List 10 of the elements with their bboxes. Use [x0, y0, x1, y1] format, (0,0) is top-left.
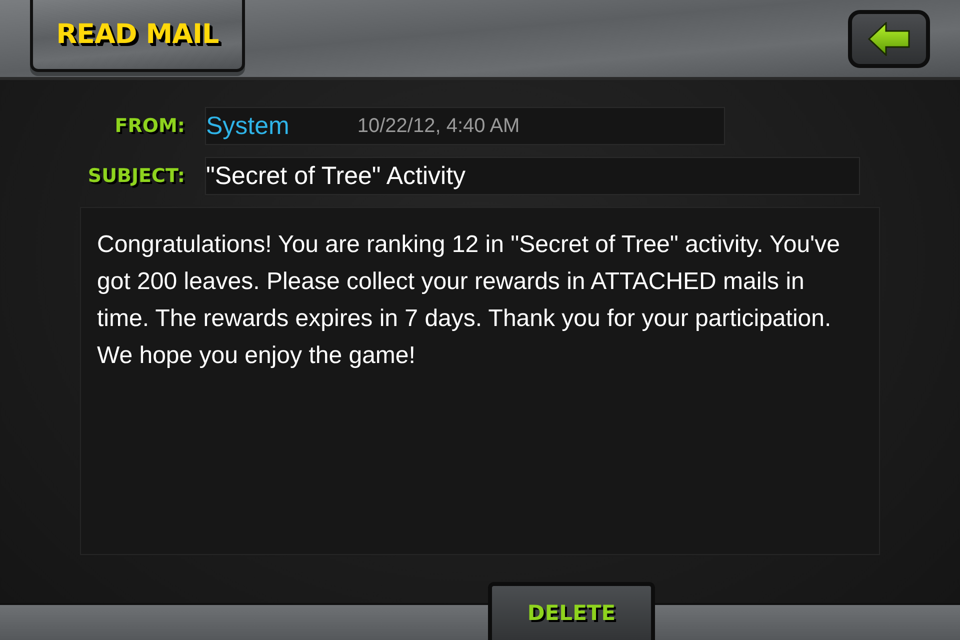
page-title: READ MAIL — [56, 19, 219, 50]
arrow-left-icon — [868, 22, 910, 56]
date-text: 10/22/12, 4:40 AM — [357, 114, 520, 138]
back-button[interactable] — [848, 10, 930, 68]
field-label: FROM: — [114, 115, 185, 137]
message-text: Congratulations! You are ranking 12 in "Secret of Tree" activity. You've got 200 leaves. Please collect your rewards in ATTACHED mails in time. The rewards expires in 7 days. Thank you for your participation. We hope you enjoy the game! — [97, 230, 841, 371]
subject-text: "Secret of Tree" Activity — [206, 162, 466, 190]
delete-button[interactable]: DELETE — [488, 582, 655, 640]
field-label: SUBJECT: — [88, 165, 185, 187]
sender-name: System — [206, 112, 290, 140]
